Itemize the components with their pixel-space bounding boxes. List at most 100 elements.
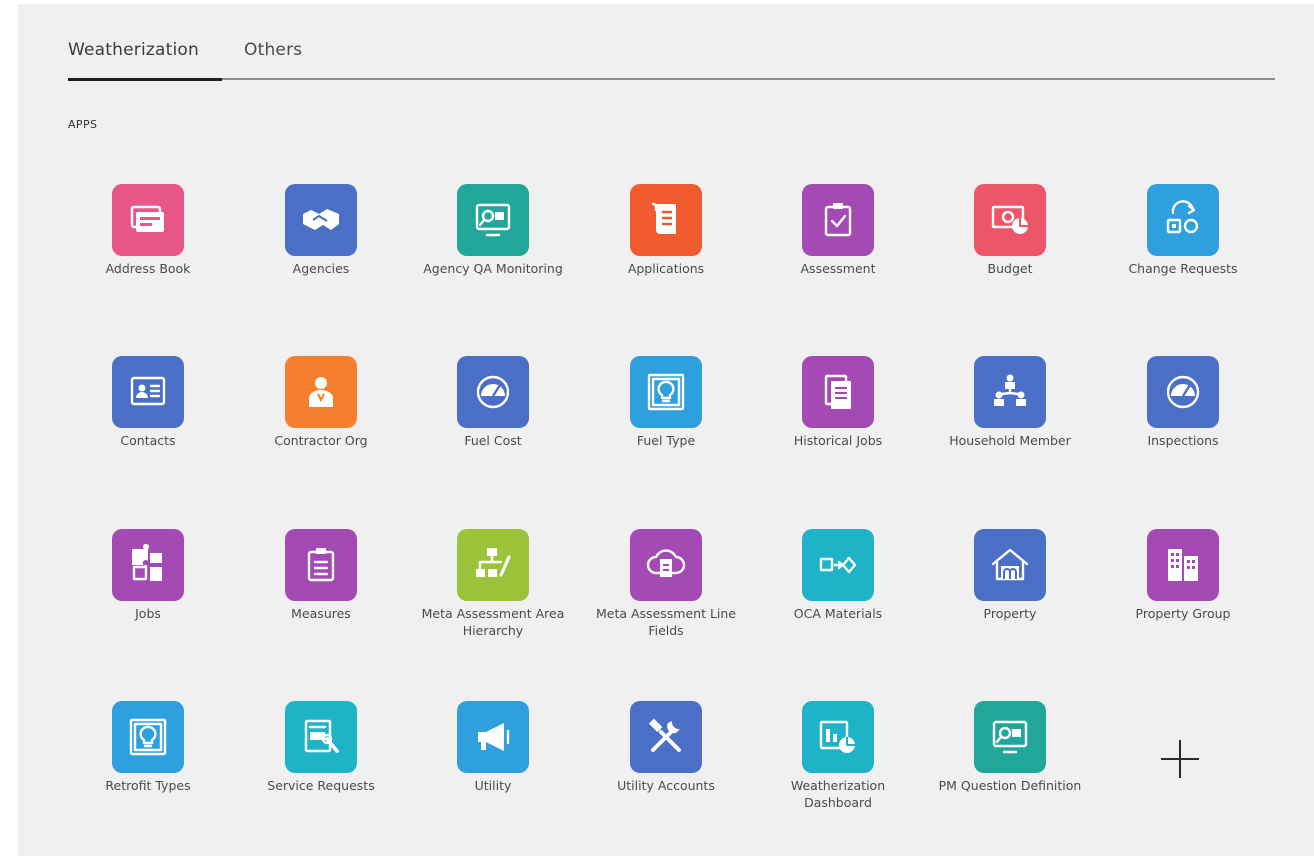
- app-label: Budget: [987, 261, 1033, 276]
- gauge-icon: [1161, 370, 1205, 414]
- tab-weatherization[interactable]: Weatherization: [68, 40, 199, 60]
- app-label: Assessment: [800, 261, 876, 276]
- app-tile: [630, 356, 702, 428]
- add-app-button[interactable]: [1158, 737, 1202, 781]
- app-label: Utility Accounts: [617, 778, 715, 793]
- app-tile: [457, 529, 529, 601]
- house-icon: [988, 543, 1032, 587]
- app-label: Retrofit Types: [105, 778, 191, 793]
- app-label: Weatherization Dashboard: [790, 778, 886, 810]
- app-tile: [630, 529, 702, 601]
- app-tile: [1147, 529, 1219, 601]
- app-property-group[interactable]: Property Group: [1103, 529, 1263, 622]
- app-meta-assessment-area-hierarchy[interactable]: Meta Assessment Area Hierarchy: [413, 529, 573, 639]
- app-agencies[interactable]: Agencies: [241, 184, 401, 277]
- app-label: Utility: [474, 778, 512, 793]
- app-label: Meta Assessment Area Hierarchy: [421, 606, 565, 638]
- app-utility-accounts[interactable]: Utility Accounts: [586, 701, 746, 794]
- app-tile: [802, 184, 874, 256]
- app-tile: [285, 701, 357, 773]
- app-pm-question-definition[interactable]: PM Question Definition: [930, 701, 1090, 794]
- app-assessment[interactable]: Assessment: [758, 184, 918, 277]
- app-contractor-org[interactable]: Contractor Org: [241, 356, 401, 449]
- gauge-icon: [471, 370, 515, 414]
- tools-icon: [644, 715, 688, 759]
- person-badge-icon: [299, 370, 343, 414]
- app-label: Property Group: [1135, 606, 1231, 621]
- app-utility[interactable]: Utility: [413, 701, 573, 794]
- app-inspections[interactable]: Inspections: [1103, 356, 1263, 449]
- app-household-member[interactable]: Household Member: [930, 356, 1090, 449]
- app-tile: [112, 356, 184, 428]
- app-weatherization-dashboard[interactable]: Weatherization Dashboard: [758, 701, 918, 811]
- app-label: Property: [983, 606, 1037, 621]
- app-tile: [457, 701, 529, 773]
- app-meta-assessment-line-fields[interactable]: Meta Assessment Line Fields: [586, 529, 746, 639]
- tab-label: Others: [244, 40, 303, 60]
- address-book-icon: [126, 198, 170, 242]
- app-tile: [974, 701, 1046, 773]
- app-tile: [285, 356, 357, 428]
- app-label: Contacts: [120, 433, 176, 448]
- app-contacts[interactable]: Contacts: [68, 356, 228, 449]
- tab-bar: Weatherization Others: [68, 36, 1275, 81]
- app-applications[interactable]: Applications: [586, 184, 746, 277]
- clipboard-list-icon: [299, 543, 343, 587]
- app-label: Measures: [291, 606, 351, 621]
- contact-card-icon: [126, 370, 170, 414]
- app-tile: [630, 184, 702, 256]
- tab-label: Weatherization: [68, 40, 200, 60]
- document-stack-icon: [816, 370, 860, 414]
- app-budget[interactable]: Budget: [930, 184, 1090, 277]
- app-tile: [974, 529, 1046, 601]
- app-tile: [285, 529, 357, 601]
- app-agency-qa-monitoring[interactable]: Agency QA Monitoring: [413, 184, 573, 277]
- money-chart-icon: [988, 198, 1032, 242]
- app-label: Meta Assessment Line Fields: [595, 606, 736, 638]
- app-property[interactable]: Property: [930, 529, 1090, 622]
- app-label: Fuel Type: [636, 433, 696, 448]
- app-change-requests[interactable]: Change Requests: [1103, 184, 1263, 277]
- app-tile: [112, 184, 184, 256]
- app-retrofit-types[interactable]: Retrofit Types: [68, 701, 228, 794]
- app-label: Jobs: [135, 606, 161, 621]
- tab-others[interactable]: Others: [244, 40, 302, 60]
- megaphone-icon: [471, 715, 515, 759]
- app-jobs[interactable]: Jobs: [68, 529, 228, 622]
- app-oca-materials[interactable]: OCA Materials: [758, 529, 918, 622]
- app-measures[interactable]: Measures: [241, 529, 401, 622]
- flow-shapes-icon: [816, 543, 860, 587]
- app-label: OCA Materials: [793, 606, 883, 621]
- monitor-search-icon: [988, 715, 1032, 759]
- lightbulb-frame-icon: [126, 715, 170, 759]
- lightbulb-frame-icon: [644, 370, 688, 414]
- app-tile: [802, 356, 874, 428]
- app-tile: [285, 184, 357, 256]
- app-label: Inspections: [1147, 433, 1219, 448]
- app-label: Change Requests: [1128, 261, 1238, 276]
- app-label: Fuel Cost: [464, 433, 522, 448]
- app-tile: [630, 701, 702, 773]
- app-tile: [457, 184, 529, 256]
- app-tile: [974, 356, 1046, 428]
- cloud-document-icon: [644, 543, 688, 587]
- app-tile: [802, 701, 874, 773]
- app-label: Agency QA Monitoring: [423, 261, 563, 276]
- hierarchy-edit-icon: [471, 543, 515, 587]
- app-fuel-cost[interactable]: Fuel Cost: [413, 356, 573, 449]
- app-tile: [112, 529, 184, 601]
- app-historical-jobs[interactable]: Historical Jobs: [758, 356, 918, 449]
- monitor-search-icon: [471, 198, 515, 242]
- app-tile: [974, 184, 1046, 256]
- app-fuel-type[interactable]: Fuel Type: [586, 356, 746, 449]
- app-tile: [112, 701, 184, 773]
- section-title: APPS: [68, 118, 98, 131]
- handshake-icon: [299, 198, 343, 242]
- app-service-requests[interactable]: Service Requests: [241, 701, 401, 794]
- puzzle-icon: [126, 543, 170, 587]
- swap-shapes-icon: [1161, 198, 1205, 242]
- form-wrench-icon: [299, 715, 343, 759]
- app-tile: [1147, 356, 1219, 428]
- app-tile: [1147, 184, 1219, 256]
- app-address-book[interactable]: Address Book: [68, 184, 228, 277]
